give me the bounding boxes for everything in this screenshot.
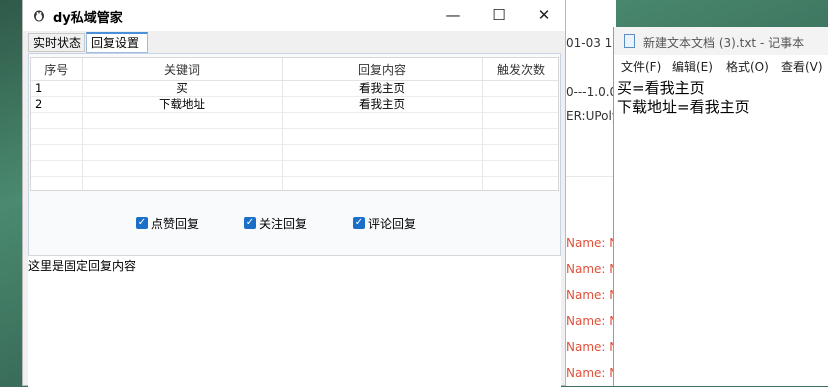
column-header-reply[interactable]: 回复内容 xyxy=(282,58,483,81)
notepad-line: 下载地址=看我主页 xyxy=(617,98,750,116)
like-reply-label: 点赞回复 xyxy=(151,216,200,231)
empty-row[interactable] xyxy=(31,176,558,190)
empty-row[interactable] xyxy=(31,160,558,177)
background-text-line: 0---1.0.0 xyxy=(566,85,616,99)
column-header-count[interactable]: 触发次数 xyxy=(482,58,558,81)
row-keyword[interactable]: 下载地址 xyxy=(82,96,283,113)
maximize-button[interactable]: ☐ xyxy=(476,0,522,31)
column-header-keyword[interactable]: 关键词 xyxy=(82,58,283,81)
checkmark-icon: ✓ xyxy=(353,217,365,229)
reply-settings-panel: 序号 关键词 回复内容 触发次数 1 买 看我主页 2 下载地址 看我主页 ✓ … xyxy=(28,53,561,387)
empty-row[interactable] xyxy=(31,128,558,145)
minimize-button[interactable]: — xyxy=(430,0,476,31)
row-index: 1 xyxy=(31,80,83,97)
log-line: Name: N xyxy=(566,288,616,302)
notepad-window: 新建文本文档 (3).txt - 记事本 文件(F) 编辑(E) 格式(O) 查… xyxy=(613,27,828,386)
fixed-reply-textarea[interactable]: 这里是固定回复内容 xyxy=(28,255,561,387)
row-count xyxy=(482,96,558,113)
row-reply[interactable]: 看我主页 xyxy=(282,80,483,97)
row-reply[interactable]: 看我主页 xyxy=(282,96,483,113)
menu-view[interactable]: 查看(V) xyxy=(781,58,823,75)
column-header-index[interactable]: 序号 xyxy=(31,58,83,81)
log-line: Name: N xyxy=(566,262,616,276)
row-index: 2 xyxy=(31,96,83,113)
like-reply-checkbox[interactable]: ✓ 点赞回复 xyxy=(136,214,199,232)
close-button[interactable]: ✕ xyxy=(521,0,567,31)
notepad-editor[interactable]: 买=看我主页 下载地址=看我主页 xyxy=(617,79,750,117)
fixed-reply-text: 这里是固定回复内容 xyxy=(28,259,137,273)
menu-file[interactable]: 文件(F) xyxy=(621,58,661,75)
comment-reply-label: 评论回复 xyxy=(368,216,417,231)
row-count xyxy=(482,80,558,97)
empty-row[interactable] xyxy=(31,112,558,129)
main-window: dy私域管家 — ☐ ✕ 实时状态 回复设置 序号 关键词 回复内容 触发次数 xyxy=(22,0,566,387)
window-title: dy私域管家 xyxy=(53,11,123,26)
follow-reply-label: 关注回复 xyxy=(259,216,308,231)
menu-edit[interactable]: 编辑(E) xyxy=(672,58,713,75)
background-text-line: 01-03 19 xyxy=(566,36,616,50)
log-line: Name: N xyxy=(566,314,616,328)
table-row[interactable]: 2 下载地址 看我主页 xyxy=(31,96,558,113)
notepad-title-bar[interactable]: 新建文本文档 (3).txt - 记事本 xyxy=(614,27,828,55)
table-header-row: 序号 关键词 回复内容 触发次数 xyxy=(31,58,558,81)
keyword-table[interactable]: 序号 关键词 回复内容 触发次数 1 买 看我主页 2 下载地址 看我主页 xyxy=(30,57,559,191)
table-row[interactable]: 1 买 看我主页 xyxy=(31,80,558,97)
notepad-title: 新建文本文档 (3).txt - 记事本 xyxy=(643,36,805,50)
title-bar[interactable]: dy私域管家 — ☐ ✕ xyxy=(23,0,565,31)
follow-reply-checkbox[interactable]: ✓ 关注回复 xyxy=(244,214,307,232)
checkmark-icon: ✓ xyxy=(136,217,148,229)
tab-realtime-status[interactable]: 实时状态 xyxy=(28,33,85,52)
log-line: Name: N xyxy=(566,366,616,380)
reply-options: ✓ 点赞回复 ✓ 关注回复 ✓ 评论回复 xyxy=(29,214,560,234)
log-line: Name: N xyxy=(566,236,616,250)
log-line: Name: N xyxy=(566,340,616,354)
background-text-line: ER:UPoly xyxy=(566,109,616,123)
menu-format[interactable]: 格式(O) xyxy=(726,58,769,75)
app-icon xyxy=(34,10,44,22)
checkmark-icon: ✓ xyxy=(244,217,256,229)
tab-reply-settings[interactable]: 回复设置 xyxy=(86,32,148,53)
row-keyword[interactable]: 买 xyxy=(82,80,283,97)
notepad-menu-bar: 文件(F) 编辑(E) 格式(O) 查看(V) xyxy=(614,55,828,77)
notepad-line: 买=看我主页 xyxy=(617,79,705,97)
empty-row[interactable] xyxy=(31,144,558,161)
notepad-icon xyxy=(624,34,635,48)
comment-reply-checkbox[interactable]: ✓ 评论回复 xyxy=(353,214,416,232)
